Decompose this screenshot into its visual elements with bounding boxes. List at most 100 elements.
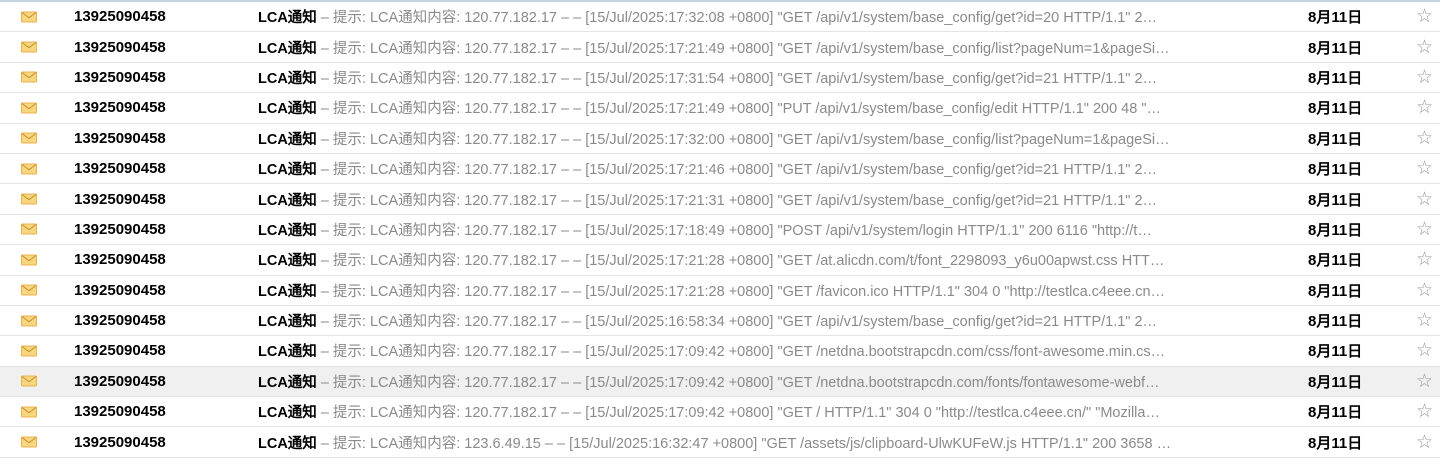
mail-summary: LCA通知 – 提示: LCA通知内容: 120.77.182.17 – – […	[258, 158, 1288, 179]
envelope-icon	[21, 163, 37, 175]
mail-summary: LCA通知 – 提示: LCA通知内容: 120.77.182.17 – – […	[258, 97, 1288, 118]
envelope-icon	[21, 436, 37, 448]
star-icon[interactable]: ☆	[1416, 38, 1433, 57]
mail-row[interactable]: 13925090458 LCA通知 – 提示: LCA通知内容: 120.77.…	[0, 336, 1440, 367]
mail-preview: – 提示: LCA通知内容: 120.77.182.17 – – [15/Jul…	[316, 162, 1158, 179]
mail-date: 8月11日	[1308, 9, 1363, 27]
mail-subject: LCA通知	[258, 435, 317, 452]
mail-row[interactable]: 13925090458 LCA通知 – 提示: LCA通知内容: 120.77.…	[0, 93, 1440, 124]
envelope-icon	[21, 41, 37, 53]
mail-preview: – 提示: LCA通知内容: 120.77.182.17 – – [15/Jul…	[316, 101, 1161, 118]
mail-preview: – 提示: LCA通知内容: 120.77.182.17 – – [15/Jul…	[316, 314, 1158, 331]
mail-date: 8月11日	[1308, 434, 1363, 452]
sender-name: 13925090458	[74, 312, 166, 330]
mail-subject: LCA通知	[258, 344, 317, 361]
mail-summary: LCA通知 – 提示: LCA通知内容: 120.77.182.17 – – […	[258, 189, 1288, 210]
mail-subject: LCA通知	[258, 10, 317, 27]
star-icon[interactable]: ☆	[1416, 129, 1433, 148]
envelope-icon	[21, 254, 37, 266]
mail-row[interactable]: 13925090458 LCA通知 – 提示: LCA通知内容: 120.77.…	[0, 124, 1440, 154]
mail-subject: LCA通知	[258, 40, 317, 57]
mail-row[interactable]: 13925090458 LCA通知 – 提示: LCA通知内容: 120.77.…	[0, 245, 1440, 276]
sender-name: 13925090458	[74, 190, 166, 208]
mail-preview: – 提示: LCA通知内容: 120.77.182.17 – – [15/Jul…	[316, 70, 1158, 87]
mail-preview: – 提示: LCA通知内容: 120.77.182.17 – – [15/Jul…	[316, 253, 1165, 270]
mail-row[interactable]: 13925090458 LCA通知 – 提示: LCA通知内容: 123.6.4…	[0, 427, 1440, 458]
star-icon[interactable]: ☆	[1416, 250, 1433, 269]
sender-name: 13925090458	[74, 68, 166, 86]
mail-subject: LCA通知	[258, 405, 317, 422]
mail-row[interactable]: 13925090458 LCA通知 – 提示: LCA通知内容: 120.77.…	[0, 276, 1440, 306]
mail-subject: LCA通知	[258, 222, 317, 239]
star-icon[interactable]: ☆	[1416, 159, 1433, 178]
mail-preview: – 提示: LCA通知内容: 120.77.182.17 – – [15/Jul…	[316, 10, 1158, 27]
sender-name: 13925090458	[74, 281, 166, 299]
star-icon[interactable]: ☆	[1416, 311, 1433, 330]
mail-preview: – 提示: LCA通知内容: 123.6.49.15 – – [15/Jul/2…	[316, 435, 1172, 452]
mail-subject: LCA通知	[258, 131, 317, 148]
mail-preview: – 提示: LCA通知内容: 120.77.182.17 – – [15/Jul…	[316, 222, 1152, 239]
mail-subject: LCA通知	[258, 283, 317, 300]
mail-row[interactable]: 13925090458 LCA通知 – 提示: LCA通知内容: 120.77.…	[0, 32, 1440, 63]
mail-subject: LCA通知	[258, 314, 317, 331]
mail-row[interactable]: 13925090458 LCA通知 – 提示: LCA通知内容: 120.77.…	[0, 215, 1440, 246]
mail-date: 8月11日	[1308, 373, 1363, 391]
envelope-icon	[21, 406, 37, 418]
mail-preview: – 提示: LCA通知内容: 120.77.182.17 – – [15/Jul…	[316, 405, 1160, 422]
star-icon[interactable]: ☆	[1416, 372, 1433, 391]
envelope-icon	[21, 71, 37, 83]
mail-row[interactable]: 13925090458 LCA通知 – 提示: LCA通知内容: 120.77.…	[0, 2, 1440, 33]
mail-date: 8月11日	[1308, 100, 1363, 118]
star-icon[interactable]: ☆	[1416, 220, 1433, 239]
mail-row[interactable]: 13925090458 LCA通知 – 提示: LCA通知内容: 120.77.…	[0, 366, 1440, 398]
sender-name: 13925090458	[74, 99, 166, 117]
mail-row[interactable]: 13925090458 LCA通知 – 提示: LCA通知内容: 120.77.…	[0, 306, 1440, 337]
star-icon[interactable]: ☆	[1416, 433, 1433, 452]
star-icon[interactable]: ☆	[1416, 190, 1433, 209]
envelope-icon	[21, 375, 37, 387]
mail-subject: LCA通知	[258, 253, 317, 270]
mail-summary: LCA通知 – 提示: LCA通知内容: 123.6.49.15 – – [15…	[258, 432, 1288, 453]
mail-date: 8月11日	[1308, 282, 1363, 300]
mail-date: 8月11日	[1308, 313, 1363, 331]
mail-date: 8月11日	[1308, 130, 1363, 148]
envelope-icon	[21, 11, 37, 23]
mail-summary: LCA通知 – 提示: LCA通知内容: 120.77.182.17 – – […	[258, 6, 1288, 27]
mail-subject: LCA通知	[258, 374, 317, 391]
star-icon[interactable]: ☆	[1416, 98, 1433, 117]
sender-name: 13925090458	[74, 372, 166, 390]
star-icon[interactable]: ☆	[1416, 281, 1433, 300]
sender-name: 13925090458	[74, 160, 166, 178]
mail-date: 8月11日	[1308, 191, 1363, 209]
mail-date: 8月11日	[1308, 221, 1363, 239]
envelope-icon	[21, 345, 37, 357]
envelope-icon	[21, 315, 37, 327]
sender-name: 13925090458	[74, 129, 166, 147]
mail-summary: LCA通知 – 提示: LCA通知内容: 120.77.182.17 – – […	[258, 37, 1288, 58]
star-icon[interactable]: ☆	[1416, 7, 1433, 26]
mail-summary: LCA通知 – 提示: LCA通知内容: 120.77.182.17 – – […	[258, 67, 1288, 88]
mail-row[interactable]: 13925090458 LCA通知 – 提示: LCA通知内容: 120.77.…	[0, 397, 1440, 428]
star-icon[interactable]: ☆	[1416, 68, 1433, 87]
envelope-icon	[21, 132, 37, 144]
star-icon[interactable]: ☆	[1416, 341, 1433, 360]
sender-name: 13925090458	[74, 342, 166, 360]
mail-date: 8月11日	[1308, 252, 1363, 270]
star-icon[interactable]: ☆	[1416, 402, 1433, 421]
mail-row[interactable]: 13925090458 LCA通知 – 提示: LCA通知内容: 120.77.…	[0, 184, 1440, 215]
mail-subject: LCA通知	[258, 162, 317, 179]
mail-preview: – 提示: LCA通知内容: 120.77.182.17 – – [15/Jul…	[316, 131, 1170, 148]
mail-date: 8月11日	[1308, 69, 1363, 87]
envelope-icon	[21, 193, 37, 205]
mail-preview: – 提示: LCA通知内容: 120.77.182.17 – – [15/Jul…	[316, 374, 1160, 391]
mail-subject: LCA通知	[258, 192, 317, 209]
mail-subject: LCA通知	[258, 70, 317, 87]
mail-summary: LCA通知 – 提示: LCA通知内容: 120.77.182.17 – – […	[258, 280, 1288, 301]
sender-name: 13925090458	[74, 8, 166, 26]
mail-row[interactable]: 13925090458 LCA通知 – 提示: LCA通知内容: 120.77.…	[0, 63, 1440, 94]
mail-preview: – 提示: LCA通知内容: 120.77.182.17 – – [15/Jul…	[316, 192, 1158, 209]
mail-subject: LCA通知	[258, 101, 317, 118]
mail-date: 8月11日	[1308, 343, 1363, 361]
sender-name: 13925090458	[74, 220, 166, 238]
mail-row[interactable]: 13925090458 LCA通知 – 提示: LCA通知内容: 120.77.…	[0, 154, 1440, 185]
